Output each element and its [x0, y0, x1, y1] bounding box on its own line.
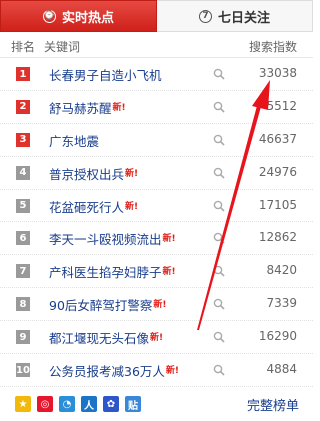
renren-icon[interactable]: 人	[81, 396, 97, 412]
search-icon[interactable]	[213, 232, 225, 245]
search-icon[interactable]	[213, 200, 225, 212]
hot-list: 1 长春男子自造小飞机 33038 2 舒马赫苏醒新! 5512 3 广东地震 46637 4 普京…	[0, 58, 313, 387]
new-badge: 新!	[153, 300, 167, 311]
search-icon[interactable]	[213, 167, 225, 179]
search-icon[interactable]	[213, 265, 225, 277]
list-item[interactable]: 2 舒马赫苏醒新! 5512	[0, 91, 313, 124]
new-badge: 新!	[150, 333, 164, 344]
search-icon[interactable]	[213, 298, 225, 310]
keyword-link[interactable]: 公务员报考减36万人新!	[49, 361, 179, 380]
search-index-value: 46637	[258, 131, 297, 146]
list-header: 排名 关键词 搜索指数	[0, 32, 313, 58]
keyword-column-header: 关键词	[44, 40, 81, 54]
full-list-link[interactable]: 完整榜单	[247, 395, 299, 414]
search-index-value: 8420	[266, 263, 297, 278]
clock-icon: ⌚	[42, 9, 56, 23]
search-index-value: 5512	[266, 98, 297, 113]
keyword-text: 公务员报考减36万人	[49, 364, 165, 380]
tab-realtime-label: 实时热点	[61, 10, 114, 26]
new-badge: 新!	[125, 201, 139, 212]
keyword-link[interactable]: 舒马赫苏醒新!	[49, 98, 126, 117]
rank-badge: 3	[16, 132, 30, 147]
search-index-value: 17105	[258, 197, 297, 212]
keyword-text: 产科医生掐孕妇脖子	[49, 265, 162, 281]
search-index-value: 24976	[258, 164, 297, 179]
search-index-value: 4884	[266, 362, 297, 377]
qq-icon[interactable]: ◔	[59, 396, 75, 412]
search-icon[interactable]	[213, 134, 225, 146]
keyword-text: 花盆砸死行人	[49, 199, 125, 215]
rank-badge: 4	[16, 165, 30, 180]
list-item[interactable]: 1 长春男子自造小飞机 33038	[0, 58, 313, 91]
keyword-text: 李天一斗殴视频流出	[49, 232, 162, 248]
search-icon[interactable]	[213, 364, 225, 376]
keyword-link[interactable]: 广东地震	[49, 131, 99, 150]
keyword-link[interactable]: 产科医生掐孕妇脖子新!	[49, 262, 176, 281]
rank-column-header: 排名	[11, 40, 36, 54]
keyword-link[interactable]: 都江堰现无头石像新!	[49, 328, 163, 347]
rank-badge: 8	[16, 297, 30, 312]
new-badge: 新!	[162, 267, 176, 278]
index-column-header: 搜索指数	[248, 40, 297, 54]
new-badge: 新!	[112, 102, 126, 113]
list-item[interactable]: 10 公务员报考减36万人新! 4884	[0, 354, 313, 387]
qzone-icon[interactable]: ★	[15, 396, 31, 412]
new-badge: 新!	[162, 234, 176, 245]
keyword-link[interactable]: 李天一斗殴视频流出新!	[49, 229, 176, 248]
keyword-text: 长春男子自造小飞机	[49, 68, 162, 83]
list-item[interactable]: 4 普京授权出兵新! 24976	[0, 157, 313, 190]
clock-icon: 7	[198, 9, 212, 23]
rank-badge: 2	[16, 99, 30, 114]
baidu-icon[interactable]: ✿	[103, 396, 119, 412]
weibo-icon[interactable]: ◎	[37, 396, 53, 412]
rank-badge: 1	[16, 67, 30, 81]
search-index-value: 33038	[258, 66, 297, 80]
keyword-text: 90后女醉驾打警察	[49, 298, 153, 314]
keyword-link[interactable]: 长春男子自造小飞机	[49, 65, 162, 84]
rank-badge: 7	[16, 264, 30, 279]
list-item[interactable]: 5 花盆砸死行人新! 17105	[0, 190, 313, 223]
search-icon[interactable]	[213, 101, 225, 113]
search-index-value: 12862	[258, 230, 297, 245]
search-icon[interactable]	[213, 331, 225, 343]
new-badge: 新!	[125, 168, 139, 179]
rank-badge: 6	[16, 231, 30, 246]
rank-badge: 10	[16, 363, 30, 378]
keyword-link[interactable]: 花盆砸死行人新!	[49, 197, 138, 216]
new-badge: 新!	[165, 366, 180, 377]
footer: ★ ◎ ◔ 人 ✿ 贴 完整榜单	[0, 388, 313, 421]
list-item[interactable]: 8 90后女醉驾打警察新! 7339	[0, 288, 313, 322]
search-icon[interactable]	[213, 68, 225, 80]
keyword-text: 广东地震	[49, 133, 100, 149]
tab-seven-day[interactable]: 7 七日关注	[157, 0, 313, 32]
tieba-icon[interactable]: 贴	[125, 396, 141, 412]
tab-seven-day-label: 七日关注	[217, 10, 270, 26]
keyword-link[interactable]: 普京授权出兵新!	[49, 164, 138, 183]
tab-bar: ⌚ 实时热点 7 七日关注	[0, 0, 313, 32]
tab-realtime-hot[interactable]: ⌚ 实时热点	[0, 0, 157, 32]
list-item[interactable]: 9 都江堰现无头石像新! 16290	[0, 321, 313, 355]
search-index-value: 16290	[258, 329, 297, 344]
rank-badge: 5	[16, 198, 30, 213]
rank-badge: 9	[16, 330, 30, 345]
keyword-text: 普京授权出兵	[49, 166, 125, 182]
keyword-text: 都江堰现无头石像	[49, 331, 150, 347]
keyword-link[interactable]: 90后女醉驾打警察新!	[49, 295, 167, 314]
keyword-text: 舒马赫苏醒	[49, 100, 112, 116]
search-index-value: 7339	[266, 296, 297, 311]
list-item[interactable]: 3 广东地震 46637	[0, 124, 313, 157]
list-item[interactable]: 7 产科医生掐孕妇脖子新! 8420	[0, 255, 313, 289]
list-item[interactable]: 6 李天一斗殴视频流出新! 12862	[0, 222, 313, 256]
